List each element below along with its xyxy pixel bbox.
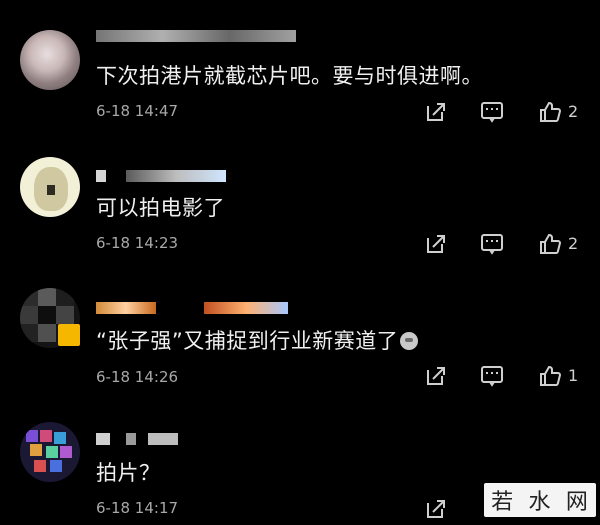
comment-text: 可以拍电影了: [96, 196, 225, 220]
comment-time: 6-18 14:17: [96, 499, 179, 517]
share-icon[interactable]: [424, 497, 448, 521]
share-icon[interactable]: [424, 100, 448, 124]
emoji-icon: [400, 332, 419, 350]
like-count: 2: [568, 102, 579, 121]
comment-time: 6-18 14:26: [96, 368, 179, 386]
share-icon[interactable]: [424, 364, 448, 388]
comment-icon[interactable]: [480, 232, 504, 256]
comment-time: 6-18 14:47: [96, 102, 179, 120]
avatar[interactable]: [20, 422, 80, 482]
comment-item-3: “张子强”又捕捉到行业新赛道了 6-18 14:26: [0, 260, 600, 390]
watermark-char: 水: [528, 490, 552, 515]
comment-text: “张子强”又捕捉到行业新赛道了: [96, 325, 419, 355]
comment-text: 下次拍港片就截芯片吧。要与时俱进啊。: [96, 64, 483, 88]
username-blurred[interactable]: [96, 302, 296, 316]
thumbs-up-icon[interactable]: [538, 232, 562, 256]
comment-text: 拍片？: [96, 461, 161, 485]
username-blurred[interactable]: [96, 433, 186, 447]
avatar[interactable]: [20, 30, 80, 90]
comment-item-2: 可以拍电影了 6-18 14:23: [0, 130, 600, 260]
username-blurred[interactable]: [96, 170, 226, 184]
thumbs-up-icon[interactable]: [538, 364, 562, 388]
watermark-logo: 若 水 网: [484, 483, 596, 517]
share-icon[interactable]: [424, 232, 448, 256]
like-count: 1: [568, 366, 579, 385]
comment-item-1: 下次拍港片就截芯片吧。要与时俱进啊。 6-18 14:47: [0, 0, 600, 130]
comment-text-content: “张子强”又捕捉到行业新赛道了: [96, 329, 399, 353]
username-blurred[interactable]: [96, 30, 316, 44]
vip-badge: [58, 324, 80, 346]
avatar[interactable]: [20, 157, 80, 217]
watermark-char: 若: [491, 490, 515, 515]
comment-icon[interactable]: [480, 100, 504, 124]
thumbs-up-icon[interactable]: [538, 100, 562, 124]
watermark-char: 网: [565, 490, 589, 515]
comment-time: 6-18 14:23: [96, 234, 179, 252]
like-count: 2: [568, 234, 579, 253]
comment-icon[interactable]: [480, 364, 504, 388]
